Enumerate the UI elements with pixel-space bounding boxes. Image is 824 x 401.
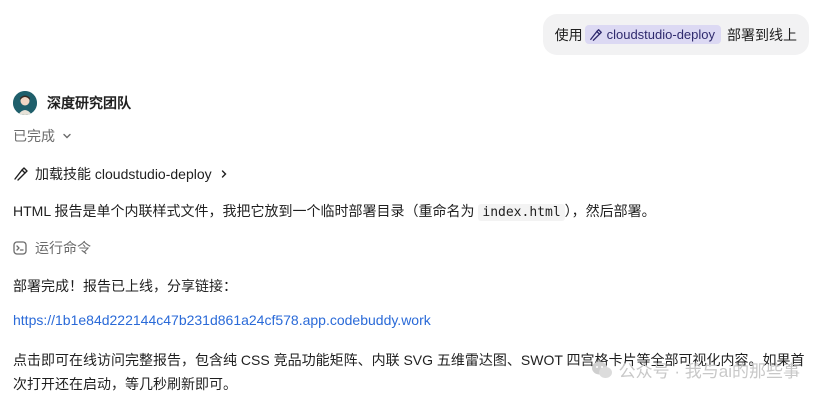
message3-line1: 点击即可在线访问完整报告，包含纯 CSS 竞品功能矩阵、内联 SVG 五维雷达图… (13, 352, 805, 368)
user-message-prefix: 使用 (554, 26, 583, 43)
message1-part2: ），然后部署。 (564, 203, 656, 219)
chevron-down-icon (63, 133, 71, 139)
agent-name: 深度研究团队 (47, 95, 131, 111)
skill-icon (14, 167, 28, 181)
inline-code: index.html (478, 204, 565, 221)
user-message-suffix: 部署到线上 (727, 26, 797, 43)
assistant-message-3: 点击即可在线访问完整报告，包含纯 CSS 竞品功能矩阵、内联 SVG 五维雷达图… (13, 348, 805, 396)
assistant-message-1: HTML 报告是单个内联样式文件，我把它放到一个临时部署目录（重命名为 inde… (13, 199, 656, 225)
skill-chip-label: cloudstudio-deploy (606, 27, 715, 42)
user-message-bubble: 使用 cloudstudio-deploy 部署到线上 (542, 14, 809, 55)
message3-line2: 次打开还在启动，等几秒刷新即可。 (13, 376, 237, 392)
chevron-right-icon (221, 170, 227, 178)
status-label: 已完成 (13, 128, 55, 144)
terminal-icon (13, 241, 27, 255)
deploy-link[interactable]: https://1b1e84d222144c47b231d861a24cf578… (13, 312, 431, 328)
skill-load-step[interactable]: 加载技能 cloudstudio-deploy (13, 164, 230, 184)
skill-icon (589, 28, 602, 41)
assistant-message-2: 部署完成！报告已上线，分享链接： (13, 278, 237, 294)
agent-header: 深度研究团队 (13, 91, 131, 115)
status-toggle[interactable]: 已完成 (13, 126, 73, 146)
message1-part1: HTML 报告是单个内联样式文件，我把它放到一个临时部署目录（重命名为 (13, 203, 479, 219)
skill-chip[interactable]: cloudstudio-deploy (584, 25, 721, 44)
skill-load-label: 加载技能 cloudstudio-deploy (35, 166, 212, 182)
run-command-label: 运行命令 (35, 240, 91, 256)
run-command-step[interactable]: 运行命令 (13, 238, 91, 258)
avatar (13, 91, 37, 115)
